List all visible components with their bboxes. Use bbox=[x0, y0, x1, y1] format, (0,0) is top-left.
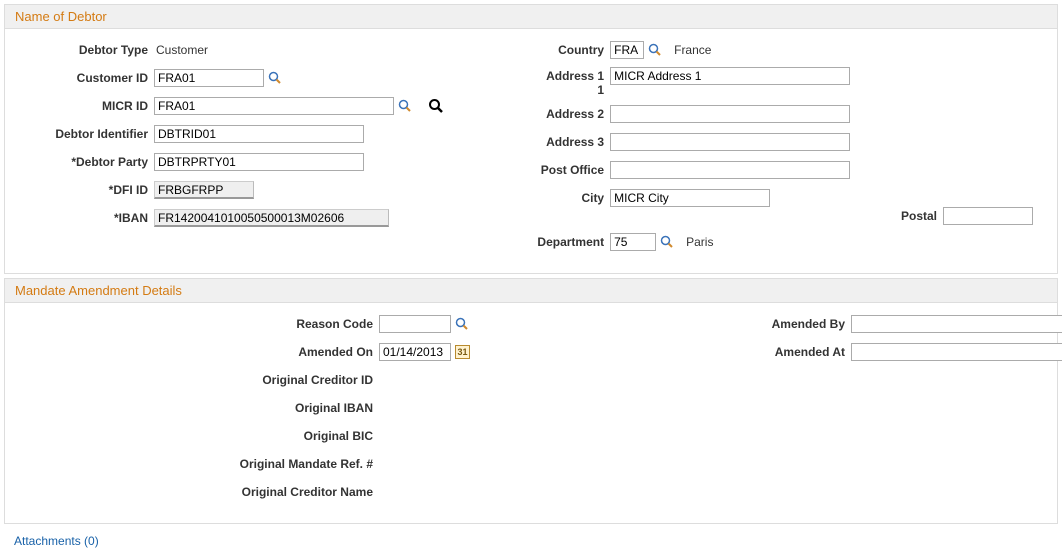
department-text: Paris bbox=[684, 235, 713, 249]
postoffice-label: Post Office bbox=[510, 163, 610, 177]
amended-at-label: Amended At bbox=[531, 345, 851, 359]
search-icon[interactable] bbox=[428, 98, 444, 114]
country-input[interactable] bbox=[610, 41, 644, 59]
lookup-icon[interactable] bbox=[648, 43, 662, 57]
debtor-section-title: Name of Debtor bbox=[5, 5, 1057, 29]
reason-code-input[interactable] bbox=[379, 315, 451, 333]
mandate-section-title: Mandate Amendment Details bbox=[5, 279, 1057, 303]
postal-input[interactable] bbox=[943, 207, 1033, 225]
customer-id-label: Customer ID bbox=[9, 71, 154, 85]
iban-label: *IBAN bbox=[9, 211, 154, 225]
address2-input[interactable] bbox=[610, 105, 850, 123]
amended-on-label: Amended On bbox=[9, 345, 379, 359]
iban-input[interactable] bbox=[154, 209, 389, 227]
debtor-party-input[interactable] bbox=[154, 153, 364, 171]
mandate-section: Mandate Amendment Details Reason Code Am… bbox=[4, 278, 1058, 524]
city-label: City bbox=[510, 191, 610, 205]
micr-id-label: MICR ID bbox=[9, 99, 154, 113]
city-input[interactable] bbox=[610, 189, 770, 207]
lookup-icon[interactable] bbox=[455, 317, 469, 331]
debtor-identifier-label: Debtor Identifier bbox=[9, 127, 154, 141]
orig-mandate-ref-label: Original Mandate Ref. # bbox=[9, 457, 379, 471]
country-label: Country bbox=[510, 43, 610, 57]
debtor-type-value: Customer bbox=[154, 43, 208, 57]
micr-id-input[interactable] bbox=[154, 97, 394, 115]
country-text: France bbox=[672, 43, 711, 57]
lookup-icon[interactable] bbox=[268, 71, 282, 85]
dfi-id-label: *DFI ID bbox=[9, 183, 154, 197]
address1-label: Address 11 bbox=[510, 67, 610, 97]
orig-bic-label: Original BIC bbox=[9, 429, 379, 443]
amended-on-input[interactable] bbox=[379, 343, 451, 361]
address2-label: Address 2 bbox=[510, 107, 610, 121]
customer-id-input[interactable] bbox=[154, 69, 264, 87]
address1-input[interactable] bbox=[610, 67, 850, 85]
orig-iban-label: Original IBAN bbox=[9, 401, 379, 415]
debtor-section: Name of Debtor Debtor Type Customer Cust… bbox=[4, 4, 1058, 274]
debtor-party-label: *Debtor Party bbox=[9, 155, 154, 169]
debtor-type-label: Debtor Type bbox=[9, 43, 154, 57]
calendar-icon[interactable]: 31 bbox=[455, 345, 470, 359]
orig-creditor-name-label: Original Creditor Name bbox=[9, 485, 379, 499]
reason-code-label: Reason Code bbox=[9, 317, 379, 331]
orig-creditor-id-label: Original Creditor ID bbox=[9, 373, 379, 387]
address3-label: Address 3 bbox=[510, 135, 610, 149]
amended-at-input[interactable] bbox=[851, 343, 1062, 361]
department-input[interactable] bbox=[610, 233, 656, 251]
amended-by-input[interactable] bbox=[851, 315, 1062, 333]
department-label: Department bbox=[510, 235, 610, 249]
postoffice-input[interactable] bbox=[610, 161, 850, 179]
address3-input[interactable] bbox=[610, 133, 850, 151]
debtor-identifier-input[interactable] bbox=[154, 125, 364, 143]
attachments-link[interactable]: Attachments (0) bbox=[0, 528, 113, 558]
lookup-icon[interactable] bbox=[660, 235, 674, 249]
postal-label: Postal bbox=[901, 209, 937, 223]
dfi-id-input[interactable] bbox=[154, 181, 254, 199]
amended-by-label: Amended By bbox=[531, 317, 851, 331]
lookup-icon[interactable] bbox=[398, 99, 412, 113]
